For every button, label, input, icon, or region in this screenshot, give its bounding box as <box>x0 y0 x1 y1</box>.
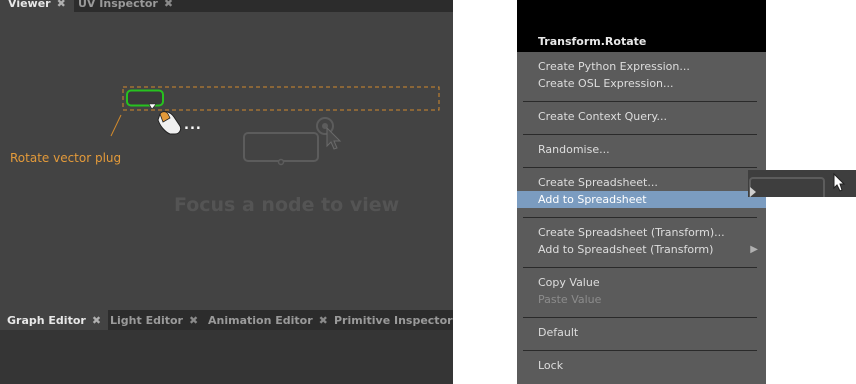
submenu-arrow-icon: ▶ <box>750 244 758 255</box>
menu-separator <box>523 350 757 351</box>
tab-uv-inspector[interactable]: UV Inspector ✖ <box>70 0 181 12</box>
submenu-arrow-icon <box>750 187 756 197</box>
close-icon[interactable]: ✖ <box>57 0 66 10</box>
ghost-node-icon <box>749 177 825 197</box>
menu-item-copy-value[interactable]: Copy Value <box>517 274 766 291</box>
bottom-panel: Graph Editor ✖ Light Editor ✖ Animation … <box>0 310 453 384</box>
menu-item-paste-value: Paste Value <box>538 293 602 306</box>
menu-item-create-spreadsheet-transform[interactable]: Create Spreadsheet (Transform)... <box>517 224 766 241</box>
menu-separator <box>523 134 757 135</box>
menu-item-lock[interactable]: Lock <box>517 357 766 374</box>
tab-label: Light Editor <box>110 313 183 327</box>
menu-item-add-to-spreadsheet[interactable]: Add to Spreadsheet <box>517 191 766 208</box>
cursor-icon <box>833 172 846 192</box>
ghost-node-icon <box>243 132 319 162</box>
tab-viewer[interactable]: Viewer ✖ <box>0 0 74 12</box>
tab-label: Primitive Inspector <box>334 313 453 327</box>
tab-graph-editor[interactable]: Graph Editor ✖ <box>0 310 109 330</box>
menu-separator <box>523 317 757 318</box>
mouse-icon <box>157 111 182 135</box>
drag-target-outline <box>122 86 440 111</box>
tab-label: Animation Editor <box>208 313 313 327</box>
viewer-tab-bar: Viewer ✖ UV Inspector ✖ <box>0 0 453 12</box>
close-icon[interactable]: ✖ <box>189 314 198 327</box>
annotation-leader <box>110 114 122 137</box>
tab-label: Viewer <box>8 0 51 10</box>
submenu-peek-graphic <box>749 172 846 197</box>
context-menu: Transform.Rotate Create Python Expressio… <box>517 0 766 384</box>
menu-item-randomise[interactable]: Randomise... <box>517 141 766 158</box>
viewer-panel[interactable]: ... Rotate vector plug Focus a node to v… <box>0 12 453 303</box>
viewer-placeholder-text: Focus a node to view <box>174 194 400 216</box>
close-icon[interactable]: ✖ <box>164 0 173 10</box>
menu-item-add-to-spreadsheet-transform[interactable]: Add to Spreadsheet (Transform) ▶ <box>517 241 766 258</box>
menu-separator <box>523 267 757 268</box>
tab-primitive-inspector[interactable]: Primitive Inspector ✖ <box>327 310 453 330</box>
rotate-plug[interactable] <box>126 89 164 107</box>
menu-separator <box>523 167 757 168</box>
drag-hint-ellipsis: ... <box>184 118 202 133</box>
menu-item-label: Add to Spreadsheet <box>538 193 647 206</box>
app-window: Viewer ✖ UV Inspector ✖ ... Rotate vecto… <box>0 0 453 384</box>
menu-item-create-python-expression[interactable]: Create Python Expression... <box>517 58 766 75</box>
close-icon[interactable]: ✖ <box>92 314 101 327</box>
bottom-tab-bar: Graph Editor ✖ Light Editor ✖ Animation … <box>0 310 453 330</box>
menu-separator <box>523 217 757 218</box>
tab-label: Graph Editor <box>7 313 86 327</box>
tab-label: UV Inspector <box>78 0 158 10</box>
tab-animation-editor[interactable]: Animation Editor ✖ <box>201 310 335 330</box>
menu-item-default[interactable]: Default <box>517 324 766 341</box>
submenu-peek <box>748 170 856 197</box>
ghost-cursor-icon <box>326 126 342 150</box>
menu-item-create-context-query[interactable]: Create Context Query... <box>517 108 766 125</box>
menu-title: Transform.Rotate <box>517 30 766 52</box>
menu-item-label: Add to Spreadsheet (Transform) <box>538 243 714 256</box>
tab-light-editor[interactable]: Light Editor ✖ <box>103 310 205 330</box>
menu-item-create-spreadsheet[interactable]: Create Spreadsheet... <box>517 174 766 191</box>
ghost-node-plug-icon <box>277 158 285 166</box>
menu-header-bar <box>517 0 766 30</box>
rotate-vector-plug-annotation: Rotate vector plug <box>10 151 122 165</box>
menu-item-create-osl-expression[interactable]: Create OSL Expression... <box>517 75 766 92</box>
menu-separator <box>523 101 757 102</box>
